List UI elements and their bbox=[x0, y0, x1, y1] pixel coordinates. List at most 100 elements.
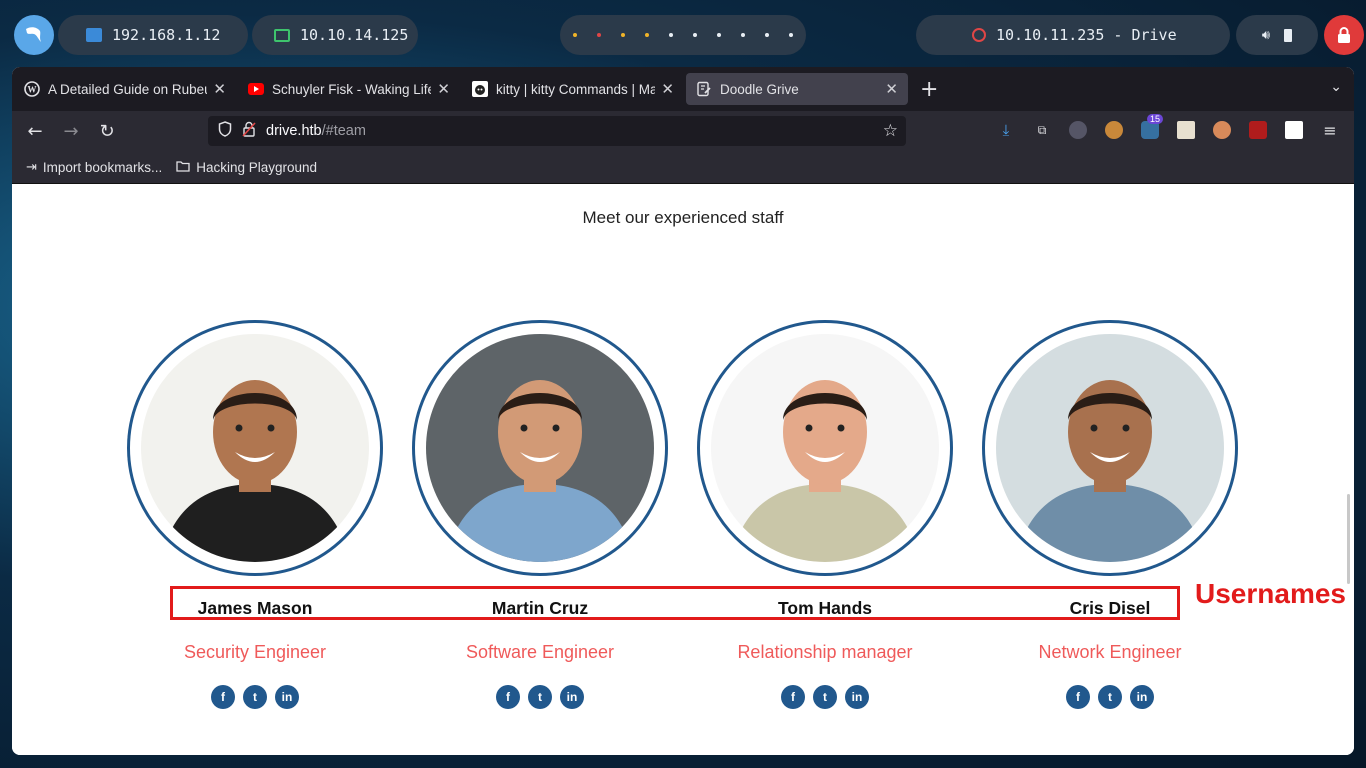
linkedin-icon[interactable]: in bbox=[560, 685, 584, 709]
local-ip-widget[interactable]: 192.168.1.12 bbox=[58, 15, 248, 55]
team-section: Meet our experienced staff James Mason S… bbox=[12, 184, 1354, 755]
team-member-card: Martin Cruz Software Engineer f t in bbox=[412, 320, 668, 709]
facebook-icon[interactable]: f bbox=[496, 685, 520, 709]
tab-doodle-grive[interactable]: Doodle Grive ✕ bbox=[686, 73, 908, 105]
foxyproxy-icon[interactable] bbox=[1069, 121, 1087, 139]
hamburger-menu-icon[interactable]: ≡ bbox=[1321, 121, 1339, 140]
close-tab-icon[interactable]: ✕ bbox=[213, 80, 226, 98]
folder-icon bbox=[176, 160, 190, 175]
member-photo-frame bbox=[982, 320, 1238, 576]
workspace-dot[interactable] bbox=[573, 33, 577, 37]
network-icon bbox=[86, 28, 102, 42]
system-tray[interactable]: 🔊︎ bbox=[1236, 15, 1318, 55]
workspace-dot[interactable] bbox=[669, 33, 673, 37]
bookmark-label: Import bookmarks... bbox=[42, 159, 163, 175]
target-widget[interactable]: 10.10.11.235 - Drive bbox=[916, 15, 1230, 55]
battery-icon[interactable] bbox=[1284, 28, 1293, 42]
bookmark-star-icon[interactable]: ☆ bbox=[883, 121, 898, 141]
navigation-toolbar: ← → ↻ drive.htb/#team ☆ ⤓ ⧉ 15 ≡ bbox=[12, 111, 1354, 151]
linkedin-icon[interactable]: in bbox=[1130, 685, 1154, 709]
workspace-dot[interactable] bbox=[765, 33, 769, 37]
cookie-quick-manager-icon[interactable] bbox=[1213, 121, 1231, 139]
tab-bar: W A Detailed Guide on Rubeus ✕ Schuyler … bbox=[12, 67, 1354, 111]
facebook-icon[interactable]: f bbox=[211, 685, 235, 709]
twitter-icon[interactable]: t bbox=[243, 685, 267, 709]
reload-icon[interactable]: ↻ bbox=[92, 116, 122, 146]
close-tab-icon[interactable]: ✕ bbox=[437, 80, 450, 98]
workspace-dot[interactable] bbox=[789, 33, 793, 37]
url-path: /#team bbox=[321, 123, 366, 139]
workspace-dot[interactable] bbox=[693, 33, 697, 37]
twitter-icon[interactable]: t bbox=[1098, 685, 1122, 709]
downloads-icon[interactable]: ⤓ bbox=[997, 121, 1015, 139]
member-role: Network Engineer bbox=[1038, 642, 1182, 662]
member-photo bbox=[711, 334, 939, 562]
twitter-icon[interactable]: t bbox=[813, 685, 837, 709]
tab-rubeus[interactable]: W A Detailed Guide on Rubeus ✕ bbox=[14, 73, 236, 105]
page-scrollbar[interactable] bbox=[1347, 494, 1350, 584]
ublock-origin-icon[interactable] bbox=[1249, 121, 1267, 139]
workspace-switcher[interactable] bbox=[560, 15, 806, 55]
lock-icon bbox=[1338, 27, 1350, 43]
tab-label: Schuyler Fisk - Waking Life bbox=[272, 81, 432, 97]
member-photo bbox=[996, 334, 1224, 562]
forward-arrow-icon[interactable]: → bbox=[56, 116, 86, 146]
facebook-icon[interactable]: f bbox=[1066, 685, 1090, 709]
youtube-icon bbox=[248, 81, 264, 97]
target-text: 10.10.11.235 - Drive bbox=[996, 26, 1177, 44]
extensions-puzzle-icon[interactable]: ⧉ bbox=[1033, 121, 1051, 139]
qr-code-icon[interactable] bbox=[1285, 121, 1303, 139]
import-icon: ⇥ bbox=[26, 159, 37, 174]
workspace-dot[interactable] bbox=[717, 33, 721, 37]
linkedin-icon[interactable]: in bbox=[275, 685, 299, 709]
insecure-lock-icon[interactable] bbox=[242, 121, 256, 141]
svg-text:W: W bbox=[28, 85, 37, 95]
close-tab-icon[interactable]: ✕ bbox=[661, 80, 674, 98]
page-edit-icon bbox=[696, 81, 712, 97]
workspace-dot[interactable] bbox=[741, 33, 745, 37]
workspace-dot[interactable] bbox=[645, 33, 649, 37]
member-social-links: f t in bbox=[697, 685, 953, 709]
target-icon bbox=[972, 28, 986, 42]
tab-kitty[interactable]: kitty | kitty Commands | Man ✕ bbox=[462, 73, 684, 105]
team-member-card: Cris Disel Network Engineer f t in bbox=[982, 320, 1238, 709]
bookmark-hacking-playground[interactable]: Hacking Playground bbox=[176, 160, 317, 175]
bookmark-import[interactable]: ⇥ Import bookmarks... bbox=[26, 159, 162, 175]
list-all-tabs-chevron-icon[interactable]: ⌄ bbox=[1330, 79, 1342, 95]
close-tab-icon[interactable]: ✕ bbox=[885, 80, 898, 98]
vpn-ip-widget[interactable]: 10.10.14.125 bbox=[252, 15, 418, 55]
wordpress-icon: W bbox=[24, 81, 40, 97]
kali-menu-button[interactable] bbox=[14, 15, 54, 55]
tab-label: Doodle Grive bbox=[720, 81, 799, 97]
facebook-icon[interactable]: f bbox=[781, 685, 805, 709]
usernames-annotation: Usernames bbox=[1195, 578, 1346, 609]
tab-label: kitty | kitty Commands | Man bbox=[496, 81, 656, 97]
tab-youtube[interactable]: Schuyler Fisk - Waking Life ✕ bbox=[238, 73, 460, 105]
vpn-ip-text: 10.10.14.125 bbox=[300, 26, 409, 44]
url-text[interactable]: drive.htb/#team bbox=[266, 123, 366, 139]
workspace-dots[interactable] bbox=[563, 33, 803, 37]
member-social-links: f t in bbox=[412, 685, 668, 709]
team-member-card: Tom Hands Relationship manager f t in bbox=[697, 320, 953, 709]
section-subtitle: Meet our experienced staff bbox=[582, 208, 784, 227]
shield-icon[interactable] bbox=[218, 121, 232, 141]
new-tab-icon[interactable]: + bbox=[920, 77, 938, 102]
member-photo-frame bbox=[412, 320, 668, 576]
twitter-icon[interactable]: t bbox=[528, 685, 552, 709]
member-role: Relationship manager bbox=[737, 642, 913, 662]
back-arrow-icon[interactable]: ← bbox=[20, 116, 50, 146]
member-social-links: f t in bbox=[127, 685, 383, 709]
cookie-editor-icon[interactable] bbox=[1105, 121, 1123, 139]
member-social-links: f t in bbox=[982, 685, 1238, 709]
workspace-dot[interactable] bbox=[597, 33, 601, 37]
tab-label: A Detailed Guide on Rubeus bbox=[48, 81, 208, 97]
linkedin-icon[interactable]: in bbox=[845, 685, 869, 709]
volume-icon[interactable]: 🔊︎ bbox=[1262, 28, 1270, 43]
kali-dragon-icon bbox=[26, 27, 41, 42]
wappalyzer-icon[interactable] bbox=[1177, 121, 1195, 139]
lock-button[interactable] bbox=[1324, 15, 1364, 55]
workspace-dot[interactable] bbox=[621, 33, 625, 37]
url-bar[interactable]: drive.htb/#team ☆ bbox=[208, 116, 906, 146]
member-role: Software Engineer bbox=[465, 642, 615, 662]
browser-window: W A Detailed Guide on Rubeus ✕ Schuyler … bbox=[12, 67, 1354, 755]
